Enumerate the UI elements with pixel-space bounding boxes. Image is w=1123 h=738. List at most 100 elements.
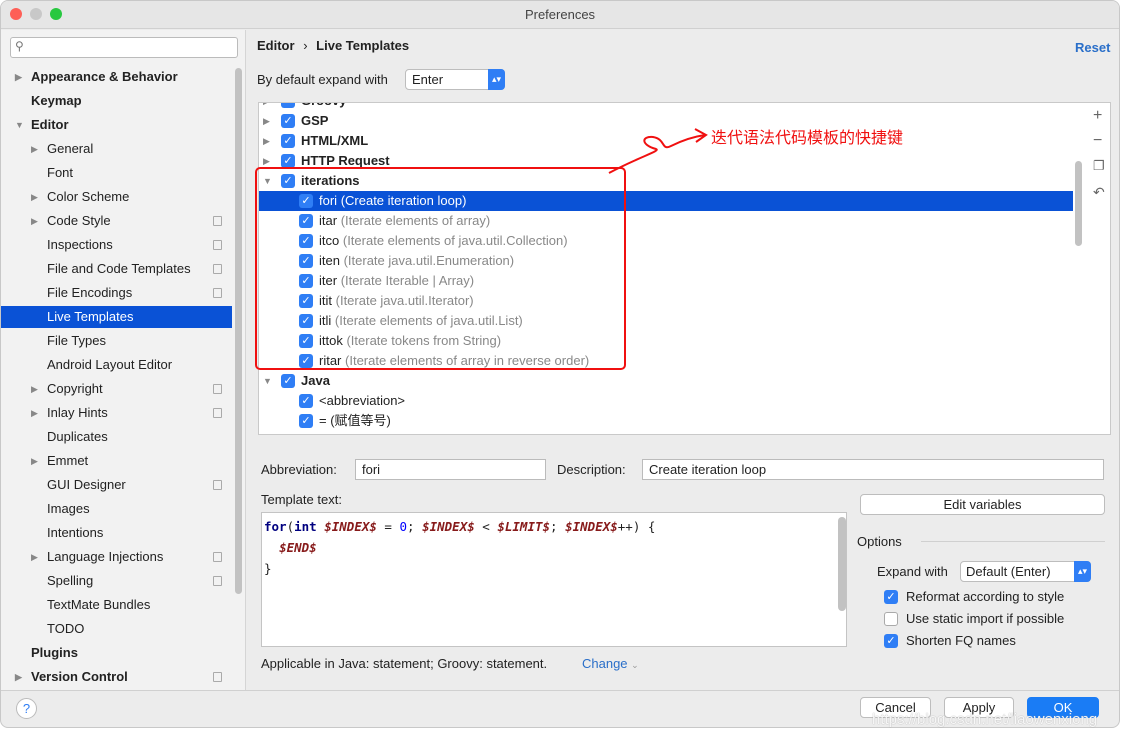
- chevron-right-icon[interactable]: ▶: [31, 378, 38, 400]
- chevron-right-icon[interactable]: ▶: [15, 66, 22, 88]
- chevron-down-icon[interactable]: ▼: [263, 371, 272, 391]
- template-text-editor[interactable]: for(int $INDEX$ = 0; $INDEX$ < $LIMIT$; …: [261, 512, 847, 647]
- template-name: Groovy: [301, 103, 347, 111]
- template-group-row[interactable]: ▼ ✓ Java: [259, 371, 1073, 391]
- abbreviation-input[interactable]: fori: [355, 459, 546, 480]
- project-scope-icon: [213, 288, 222, 298]
- edit-variables-button[interactable]: Edit variables: [860, 494, 1105, 515]
- sidebar-item-label: TextMate Bundles: [47, 597, 151, 612]
- project-scope-icon: [213, 480, 222, 490]
- close-window-button[interactable]: [10, 8, 22, 20]
- sidebar-item-images[interactable]: Images: [1, 498, 232, 520]
- checkbox[interactable]: ✓: [281, 103, 295, 108]
- checkbox[interactable]: ✓: [281, 114, 295, 128]
- sidebar-item-file-types[interactable]: File Types: [1, 330, 232, 352]
- sidebar-item-editor[interactable]: ▼ Editor: [1, 114, 232, 136]
- checkbox[interactable]: [884, 612, 898, 626]
- sidebar-item-inspections[interactable]: Inspections: [1, 234, 232, 256]
- expand-with-select[interactable]: Enter ▴▾: [405, 69, 505, 90]
- template-abbreviation: HTTP Request: [301, 153, 390, 168]
- description-input[interactable]: Create iteration loop: [642, 459, 1104, 480]
- sidebar-item-appearance-behavior[interactable]: ▶ Appearance & Behavior: [1, 66, 232, 88]
- breadcrumb-editor[interactable]: Editor: [257, 38, 295, 53]
- sidebar-item-label: Editor: [31, 117, 69, 132]
- checkbox[interactable]: ✓: [299, 414, 313, 428]
- sidebar-item-color-scheme[interactable]: ▶ Color Scheme: [1, 186, 232, 208]
- template-name: HTML/XML: [301, 131, 368, 151]
- chevron-right-icon[interactable]: ▶: [31, 450, 38, 472]
- annotation-box: [255, 167, 626, 370]
- chevron-right-icon[interactable]: ▶: [31, 210, 38, 232]
- sidebar-item-spelling[interactable]: Spelling: [1, 570, 232, 592]
- chevron-down-icon[interactable]: ▼: [15, 114, 24, 136]
- options-expand-select[interactable]: Default (Enter) ▴▾: [960, 561, 1091, 582]
- sidebar-item-keymap[interactable]: Keymap: [1, 90, 232, 112]
- checkbox[interactable]: ✓: [884, 590, 898, 604]
- undo-icon[interactable]: ↶: [1093, 184, 1105, 201]
- sidebar-item-textmate-bundles[interactable]: TextMate Bundles: [1, 594, 232, 616]
- zoom-window-button[interactable]: [50, 8, 62, 20]
- sidebar-item-label: Code Style: [47, 213, 111, 228]
- sidebar-item-emmet[interactable]: ▶ Emmet: [1, 450, 232, 472]
- sidebar-item-copyright[interactable]: ▶ Copyright: [1, 378, 232, 400]
- expand-with-option-label: Expand with: [877, 564, 948, 579]
- sidebar-item-intentions[interactable]: Intentions: [1, 522, 232, 544]
- checkbox[interactable]: ✓: [281, 154, 295, 168]
- project-scope-icon: [213, 576, 222, 586]
- template-row[interactable]: ✓ <abbreviation>: [259, 391, 1073, 411]
- sidebar-item-plugins[interactable]: Plugins: [1, 642, 232, 664]
- chevron-right-icon[interactable]: ▶: [263, 111, 270, 131]
- template-row[interactable]: ✓ = (赋值等号): [259, 411, 1073, 431]
- editor-scrollbar[interactable]: [838, 517, 846, 611]
- sidebar-item-file-and-code-templates[interactable]: File and Code Templates: [1, 258, 232, 280]
- chevron-right-icon[interactable]: ▶: [15, 666, 22, 688]
- checkbox[interactable]: ✓: [299, 394, 313, 408]
- chevron-right-icon[interactable]: ▶: [31, 546, 38, 568]
- option-checkbox[interactable]: Use static import if possible: [884, 609, 1104, 629]
- copy-icon[interactable]: ❐: [1093, 158, 1105, 174]
- breadcrumb-separator: ›: [303, 38, 308, 53]
- sidebar-item-code-style[interactable]: ▶ Code Style: [1, 210, 232, 232]
- option-checkbox[interactable]: ✓ Shorten FQ names: [884, 631, 1104, 651]
- sidebar-item-inlay-hints[interactable]: ▶ Inlay Hints: [1, 402, 232, 424]
- sidebar-item-label: Copyright: [47, 381, 103, 396]
- sidebar-item-label: Android Layout Editor: [47, 357, 173, 372]
- chevron-right-icon[interactable]: ▶: [31, 186, 38, 208]
- sidebar-item-label: Language Injections: [47, 549, 164, 564]
- option-checkbox[interactable]: ✓ Reformat according to style: [884, 587, 1104, 607]
- tree-scrollbar[interactable]: [1075, 161, 1082, 246]
- chevron-right-icon[interactable]: ▶: [263, 131, 270, 151]
- minimize-window-button[interactable]: [30, 8, 42, 20]
- chevron-right-icon[interactable]: ▶: [31, 138, 38, 160]
- change-link[interactable]: Change ⌄: [582, 656, 639, 671]
- reset-link[interactable]: Reset: [1075, 40, 1110, 55]
- sidebar-item-font[interactable]: Font: [1, 162, 232, 184]
- checkbox[interactable]: ✓: [281, 374, 295, 388]
- template-group-row[interactable]: ▶ ✓ Groovy: [259, 103, 1073, 111]
- sidebar-item-version-control[interactable]: ▶ Version Control: [1, 666, 232, 688]
- search-input[interactable]: ⚲: [10, 37, 238, 58]
- sidebar-item-duplicates[interactable]: Duplicates: [1, 426, 232, 448]
- chevron-right-icon[interactable]: ▶: [31, 402, 38, 424]
- add-icon[interactable]: +: [1093, 107, 1102, 125]
- template-abbreviation: Groovy: [301, 103, 347, 108]
- sidebar-item-todo[interactable]: TODO: [1, 618, 232, 640]
- sidebar-item-live-templates[interactable]: Live Templates: [1, 306, 232, 328]
- checkbox[interactable]: ✓: [281, 134, 295, 148]
- sidebar-item-file-encodings[interactable]: File Encodings: [1, 282, 232, 304]
- sidebar-item-android-layout-editor[interactable]: Android Layout Editor: [1, 354, 232, 376]
- chevron-right-icon[interactable]: ▶: [263, 103, 270, 111]
- template-abbreviation: GSP: [301, 113, 329, 128]
- sidebar-item-gui-designer[interactable]: GUI Designer: [1, 474, 232, 496]
- sidebar-item-label: Color Scheme: [47, 189, 130, 204]
- help-button[interactable]: ?: [16, 698, 37, 719]
- remove-icon[interactable]: −: [1093, 132, 1102, 150]
- template-text-label: Template text:: [261, 492, 342, 507]
- sidebar-item-label: Images: [47, 501, 90, 516]
- title-bar: Preferences: [1, 1, 1119, 29]
- sidebar-scrollbar[interactable]: [235, 68, 242, 594]
- sidebar-item-general[interactable]: ▶ General: [1, 138, 232, 160]
- checkbox[interactable]: ✓: [884, 634, 898, 648]
- sidebar-item-language-injections[interactable]: ▶ Language Injections: [1, 546, 232, 568]
- select-chevron-icon: ▴▾: [488, 69, 505, 90]
